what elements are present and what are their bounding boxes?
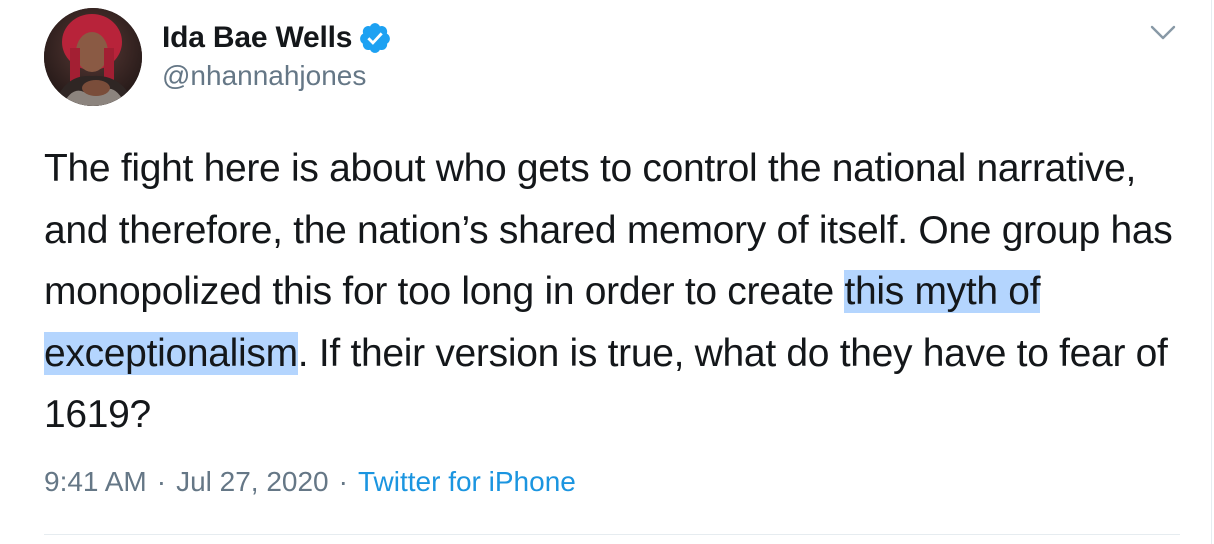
timestamp-date[interactable]: Jul 27, 2020 xyxy=(176,466,329,498)
author-info: Ida Bae Wells @nhannahjones xyxy=(162,18,392,92)
source-link[interactable]: Twitter for iPhone xyxy=(358,466,576,498)
avatar-image xyxy=(44,8,142,106)
card-border xyxy=(1211,0,1212,544)
separator: · xyxy=(338,466,348,497)
display-name[interactable]: Ida Bae Wells xyxy=(162,21,352,55)
handle[interactable]: @nhannahjones xyxy=(162,60,392,92)
timestamp-time[interactable]: 9:41 AM xyxy=(44,466,147,498)
chevron-down-icon[interactable] xyxy=(1150,22,1176,42)
avatar[interactable] xyxy=(44,8,142,106)
separator: · xyxy=(156,466,167,497)
divider xyxy=(44,534,1180,535)
tweet-card: Ida Bae Wells @nhannahjones The fight he… xyxy=(0,0,1214,544)
tweet-text: The fight here is about who gets to cont… xyxy=(44,138,1184,446)
verified-badge-icon xyxy=(358,21,392,55)
tweet-meta: 9:41 AM · Jul 27, 2020 · Twitter for iPh… xyxy=(44,466,576,498)
name-row: Ida Bae Wells xyxy=(162,18,392,58)
